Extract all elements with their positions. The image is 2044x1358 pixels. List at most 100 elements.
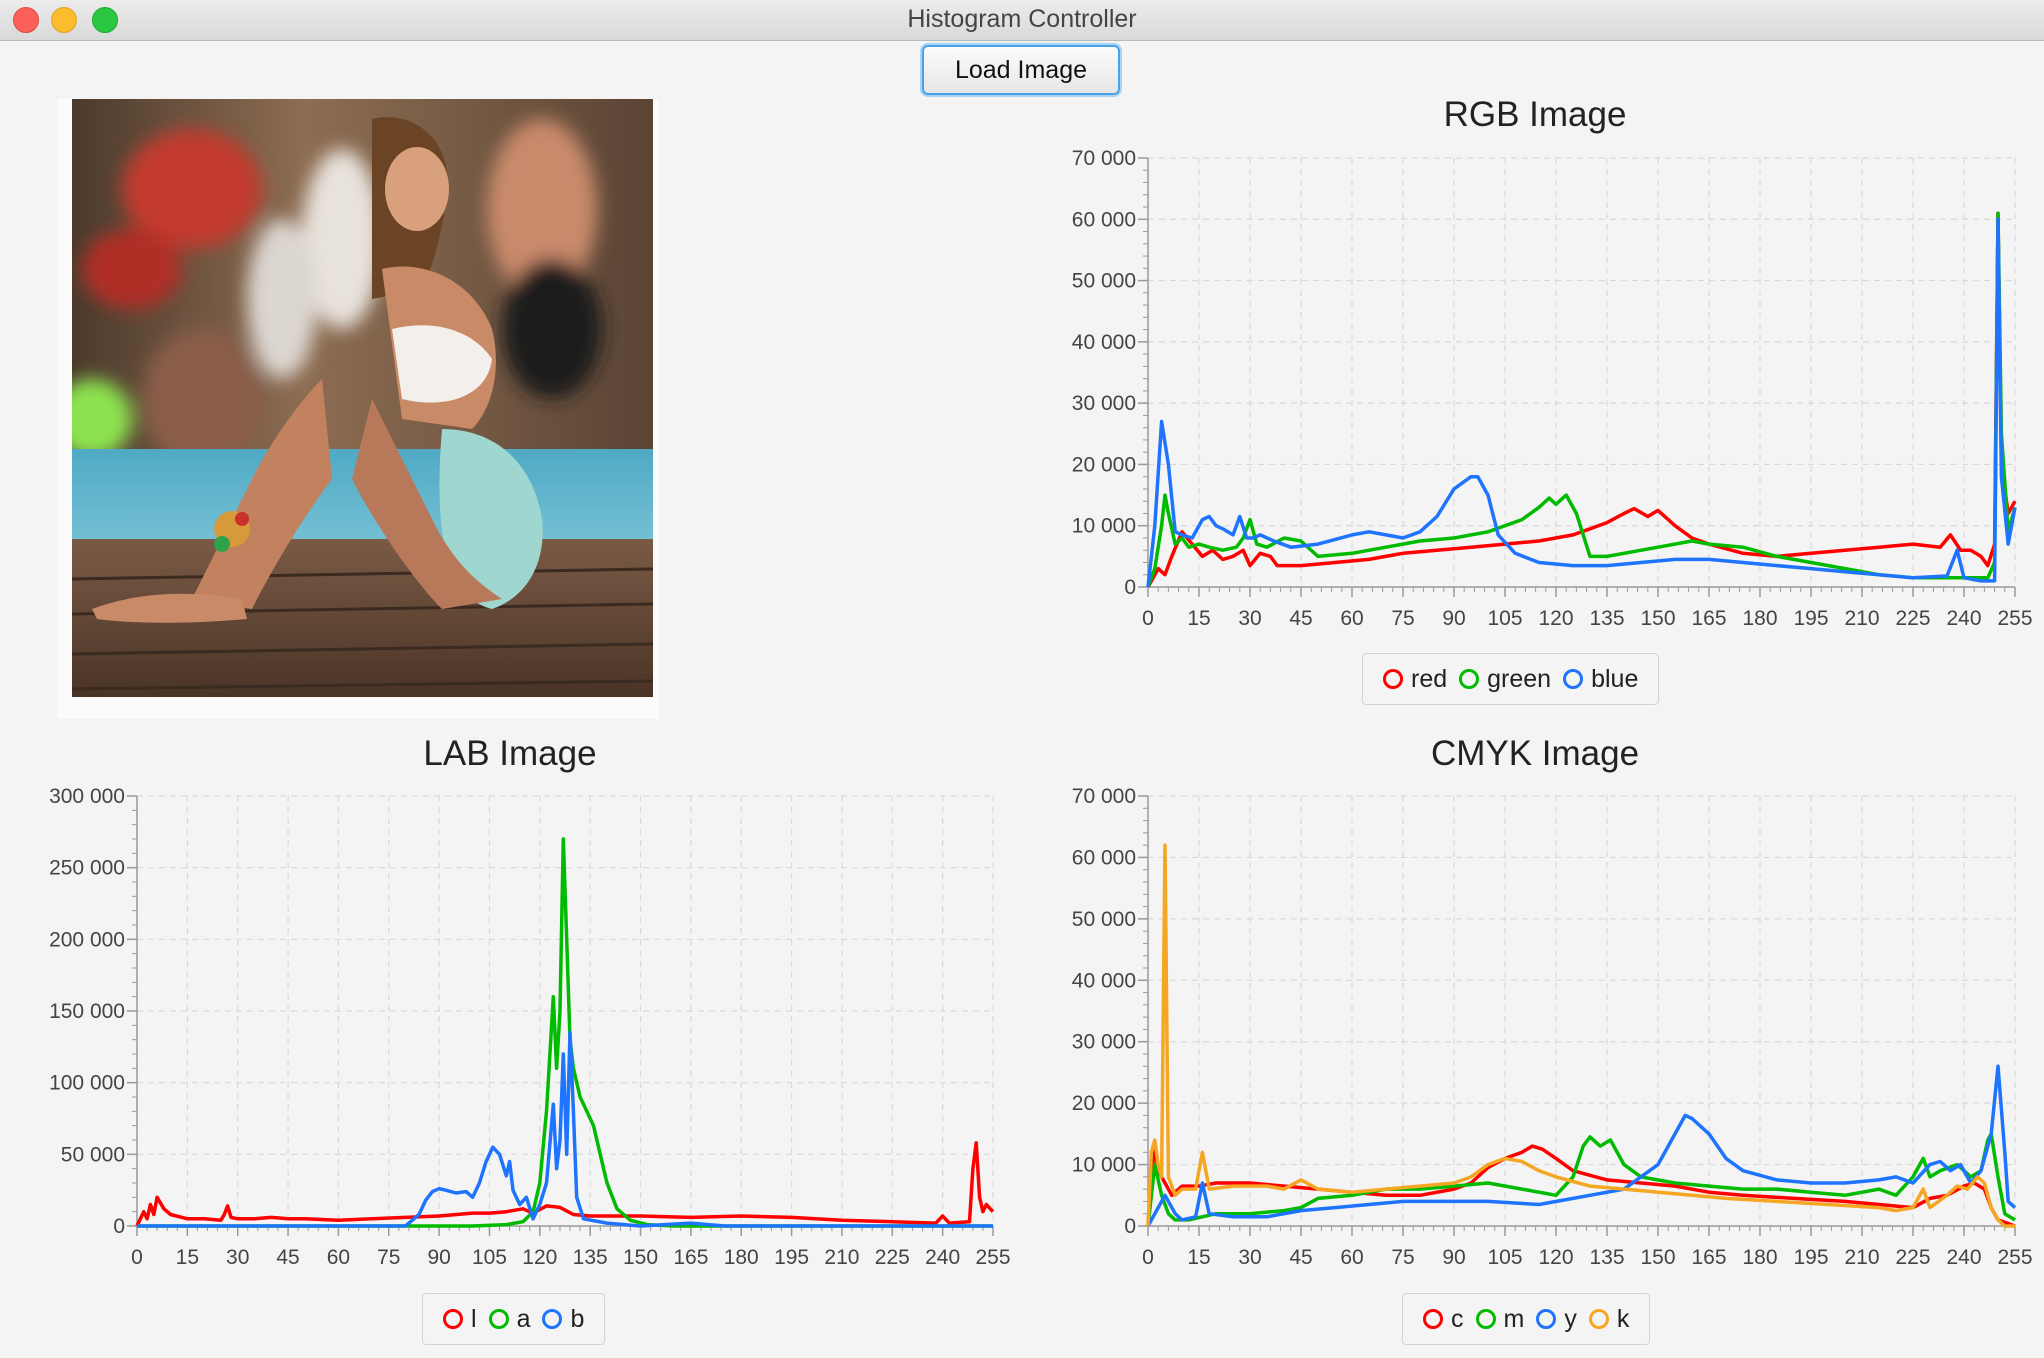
x-tick-label: 165 <box>673 1246 708 1269</box>
legend-label: b <box>570 1304 585 1333</box>
legend-marker-icon <box>1563 669 1584 689</box>
x-tick-label: 195 <box>1793 1246 1828 1269</box>
legend-item-l: l <box>443 1305 477 1334</box>
y-tick-label: 60 000 <box>1072 208 1136 231</box>
window-title: Histogram Controller <box>907 5 1137 33</box>
chart-title: CMYK Image <box>1431 734 1639 773</box>
legend-marker-icon <box>1423 1309 1443 1329</box>
legend-item-b: b <box>542 1305 584 1334</box>
legend-marker-icon <box>443 1309 463 1329</box>
legend-marker-icon <box>1383 669 1403 689</box>
legend-label: a <box>516 1304 531 1333</box>
x-tick-label: 240 <box>1946 607 1981 630</box>
legend-item-a: a <box>488 1304 531 1334</box>
y-tick-label: 20 000 <box>1072 1092 1136 1115</box>
x-tick-label: 45 <box>1289 1246 1312 1269</box>
cmyk-histogram-legend: cmyk <box>1402 1293 1651 1345</box>
x-tick-label: 105 <box>472 1246 507 1269</box>
x-tick-label: 45 <box>276 1246 299 1269</box>
x-tick-label: 15 <box>1187 1246 1210 1269</box>
legend-label: green <box>1487 664 1552 693</box>
x-tick-label: 195 <box>1793 607 1828 630</box>
x-tick-label: 105 <box>1487 1246 1522 1269</box>
x-tick-label: 75 <box>377 1246 400 1269</box>
x-tick-label: 120 <box>1538 1246 1573 1269</box>
legend-marker-icon <box>1475 1309 1496 1329</box>
x-tick-label: 225 <box>1895 607 1930 630</box>
y-tick-label: 70 000 <box>1072 147 1136 170</box>
lab-histogram-chart: LAB Image 0 15 30 45 60 75 90 105 120 135 150 165 180… <box>49 734 1010 1269</box>
plot-area <box>1148 158 2015 587</box>
x-tick-label: 255 <box>975 1246 1010 1269</box>
y-tick-label: 150 000 <box>49 1000 125 1023</box>
x-tick-label: 30 <box>226 1246 249 1269</box>
x-tick-label: 75 <box>1391 607 1414 630</box>
legend-label: k <box>1616 1304 1630 1333</box>
legend-label: blue <box>1591 664 1639 693</box>
x-tick-label: 90 <box>1442 1246 1465 1269</box>
x-tick-label: 120 <box>1538 607 1573 630</box>
x-tick-label: 120 <box>522 1246 557 1269</box>
lab-histogram-legend: lab <box>422 1293 606 1345</box>
x-tick-label: 15 <box>1187 607 1210 630</box>
legend-label: red <box>1411 664 1448 693</box>
x-tick-label: 180 <box>724 1246 759 1269</box>
x-tick-label: 255 <box>1997 607 2032 630</box>
chart-title: RGB Image <box>1444 95 1627 134</box>
x-tick-label: 240 <box>925 1246 960 1269</box>
x-tick-label: 150 <box>1640 607 1675 630</box>
y-tick-label: 0 <box>1124 1215 1136 1238</box>
loaded-image <box>72 99 653 697</box>
rgb-histogram-legend: red green blue <box>1362 653 1660 705</box>
y-tick-label: 10 000 <box>1072 515 1136 538</box>
x-tick-label: 135 <box>1589 1246 1624 1269</box>
legend-marker-icon <box>1536 1309 1557 1329</box>
x-tick-label: 240 <box>1946 1246 1981 1269</box>
x-tick-label: 0 <box>131 1246 143 1269</box>
x-tick-label: 135 <box>1589 607 1624 630</box>
cmyk-histogram-chart: CMYK Image 0 15 30 45 60 75 90 105 120 135 150 165 18… <box>1072 734 2033 1269</box>
y-tick-label: 30 000 <box>1072 1031 1136 1054</box>
x-tick-label: 180 <box>1742 607 1777 630</box>
x-tick-label: 15 <box>176 1246 199 1269</box>
y-tick-label: 200 000 <box>49 928 125 951</box>
y-tick-label: 50 000 <box>61 1143 125 1166</box>
x-tick-label: 255 <box>1997 1246 2032 1269</box>
y-tick-label: 40 000 <box>1072 969 1136 992</box>
y-tick-label: 70 000 <box>1072 785 1136 808</box>
x-tick-label: 30 <box>1238 1246 1261 1269</box>
x-tick-label: 180 <box>1742 1246 1777 1269</box>
x-tick-label: 60 <box>327 1246 350 1269</box>
y-tick-label: 50 000 <box>1072 908 1136 931</box>
x-tick-label: 165 <box>1691 1246 1726 1269</box>
y-tick-label: 300 000 <box>49 785 125 808</box>
x-tick-label: 210 <box>824 1246 859 1269</box>
y-tick-label: 10 000 <box>1072 1154 1136 1177</box>
x-tick-label: 60 <box>1340 607 1363 630</box>
y-tick-label: 50 000 <box>1072 270 1136 293</box>
x-tick-label: 210 <box>1844 607 1879 630</box>
legend-marker-icon <box>542 1309 563 1329</box>
x-tick-label: 225 <box>875 1246 910 1269</box>
y-tick-label: 0 <box>113 1215 125 1238</box>
rgb-histogram-chart: RGB Image 0 15 30 45 60 75 90 105 120 135 150 165 180… <box>1072 95 2033 630</box>
legend-item-red: red <box>1383 665 1447 694</box>
y-tick-label: 60 000 <box>1072 846 1136 869</box>
x-tick-label: 165 <box>1691 607 1726 630</box>
legend-label: m <box>1503 1304 1525 1333</box>
legend-label: l <box>471 1304 477 1333</box>
legend-item-green: green <box>1459 665 1551 694</box>
legend-label: c <box>1451 1304 1464 1333</box>
legend-marker-icon <box>1588 1309 1609 1329</box>
x-tick-label: 225 <box>1895 1246 1930 1269</box>
image-preview-panel <box>57 99 659 719</box>
y-tick-label: 30 000 <box>1072 392 1136 415</box>
plot-area <box>1148 796 2015 1226</box>
x-tick-label: 75 <box>1391 1246 1414 1269</box>
x-tick-label: 195 <box>774 1246 809 1269</box>
x-tick-label: 0 <box>1142 1246 1154 1269</box>
legend-item-blue: blue <box>1563 665 1638 694</box>
x-tick-label: 150 <box>1640 1246 1675 1269</box>
x-tick-label: 210 <box>1844 1246 1879 1269</box>
x-tick-label: 105 <box>1487 607 1522 630</box>
